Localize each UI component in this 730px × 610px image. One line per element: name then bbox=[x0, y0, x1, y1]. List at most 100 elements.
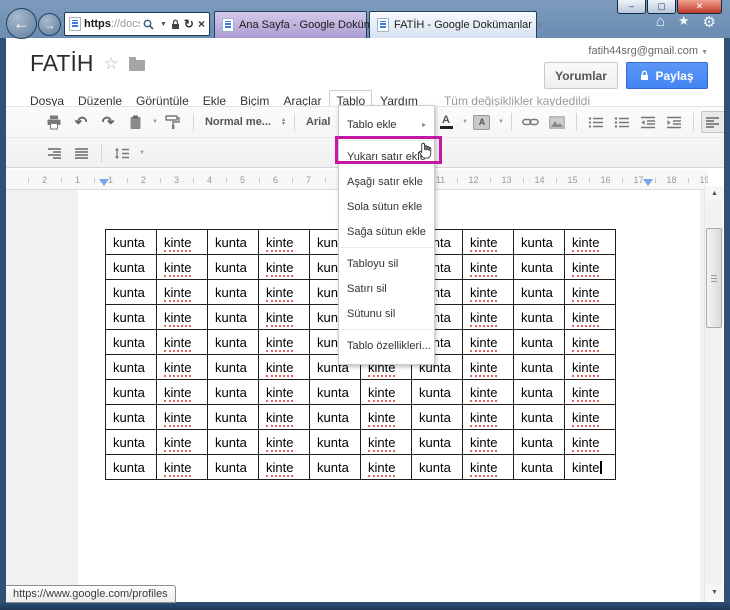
table-cell[interactable]: kunta bbox=[105, 279, 157, 305]
table-cell[interactable]: kunta bbox=[411, 404, 463, 430]
table-cell[interactable]: kinte bbox=[462, 404, 514, 430]
table-cell[interactable]: kunta bbox=[513, 254, 565, 280]
numbered-list-icon[interactable] bbox=[584, 111, 608, 133]
folder-icon[interactable] bbox=[128, 56, 145, 71]
table-cell[interactable]: kunta bbox=[513, 429, 565, 455]
table-cell[interactable]: kunta bbox=[513, 404, 565, 430]
right-indent-marker[interactable] bbox=[643, 179, 653, 186]
tab2-close-icon[interactable]: × bbox=[537, 20, 543, 31]
address-dropdown-caret-icon[interactable]: ▼ bbox=[160, 21, 167, 28]
table-cell[interactable]: kunta bbox=[513, 379, 565, 405]
bulleted-list-icon[interactable] bbox=[610, 111, 634, 133]
scroll-up-icon[interactable]: ▲ bbox=[705, 186, 724, 201]
maximize-button[interactable]: ▢ bbox=[647, 0, 676, 14]
paint-format-icon[interactable] bbox=[161, 111, 185, 133]
table-cell[interactable]: kunta bbox=[207, 304, 259, 330]
close-window-button[interactable]: ✕ bbox=[677, 0, 722, 14]
table-cell[interactable]: kunta bbox=[309, 379, 361, 405]
table-cell[interactable]: kunta bbox=[207, 279, 259, 305]
scroll-down-icon[interactable]: ▼ bbox=[705, 585, 724, 600]
table-cell[interactable]: kunta bbox=[411, 379, 463, 405]
table-cell[interactable]: kunta bbox=[513, 354, 565, 380]
decrease-indent-icon[interactable] bbox=[636, 111, 660, 133]
table-cell[interactable]: kinte bbox=[258, 329, 310, 355]
tab-ana-sayfa[interactable]: Ana Sayfa - Google Dokümanlar × bbox=[214, 11, 408, 38]
table-cell[interactable]: kinte bbox=[564, 454, 616, 480]
table-cell[interactable]: kunta bbox=[411, 454, 463, 480]
table-cell[interactable]: kinte bbox=[462, 329, 514, 355]
table-cell[interactable]: kinte bbox=[156, 454, 208, 480]
table-cell[interactable]: kunta bbox=[207, 354, 259, 380]
align-right-icon[interactable] bbox=[42, 142, 66, 164]
table-cell[interactable]: kinte bbox=[462, 229, 514, 255]
table-cell[interactable]: kinte bbox=[258, 379, 310, 405]
left-indent-marker[interactable] bbox=[99, 179, 109, 186]
table-cell[interactable]: kinte bbox=[462, 454, 514, 480]
favorites-star-icon[interactable]: ★ bbox=[678, 13, 690, 31]
line-spacing-icon[interactable] bbox=[110, 142, 134, 164]
menu-item-tablo-ozellikleri[interactable]: Tablo özellikleri... bbox=[339, 333, 434, 358]
table-cell[interactable]: kinte bbox=[156, 354, 208, 380]
table-cell[interactable]: kinte bbox=[258, 454, 310, 480]
minimize-button[interactable]: – bbox=[617, 0, 646, 14]
table-cell[interactable]: kinte bbox=[156, 329, 208, 355]
table-cell[interactable]: kinte bbox=[564, 429, 616, 455]
table-cell[interactable]: kinte bbox=[360, 404, 412, 430]
table-cell[interactable]: kunta bbox=[207, 404, 259, 430]
text-color-caret-icon[interactable]: ▼ bbox=[462, 119, 468, 125]
menu-item-sutunu-sil[interactable]: Sütunu sil bbox=[339, 301, 434, 326]
highlight-color-caret-icon[interactable]: ▼ bbox=[498, 119, 504, 125]
table-cell[interactable]: kunta bbox=[309, 429, 361, 455]
table-cell[interactable]: kunta bbox=[513, 454, 565, 480]
paste-caret-icon[interactable]: ▼ bbox=[152, 119, 158, 125]
table-cell[interactable]: kinte bbox=[360, 379, 412, 405]
paragraph-style-dropdown[interactable]: Normal me... bbox=[202, 116, 274, 128]
table-cell[interactable]: kunta bbox=[513, 229, 565, 255]
table-cell[interactable]: kinte bbox=[564, 354, 616, 380]
table-cell[interactable]: kinte bbox=[258, 279, 310, 305]
table-cell[interactable]: kunta bbox=[105, 429, 157, 455]
increase-indent-icon[interactable] bbox=[662, 111, 686, 133]
table-cell[interactable]: kunta bbox=[105, 454, 157, 480]
scrollbar-thumb[interactable] bbox=[706, 228, 722, 328]
table-cell[interactable]: kinte bbox=[564, 304, 616, 330]
table-cell[interactable]: kinte bbox=[156, 279, 208, 305]
table-cell[interactable]: kunta bbox=[207, 429, 259, 455]
font-dropdown[interactable]: Arial bbox=[303, 116, 333, 128]
menu-item-tablo-ekle[interactable]: Tablo ekle ▸ bbox=[339, 112, 434, 137]
table-cell[interactable]: kinte bbox=[258, 429, 310, 455]
table-cell[interactable]: kunta bbox=[105, 354, 157, 380]
settings-gear-icon[interactable]: ⚙ bbox=[703, 13, 716, 31]
table-cell[interactable]: kinte bbox=[462, 279, 514, 305]
table-cell[interactable]: kinte bbox=[258, 354, 310, 380]
tab-fatih-active[interactable]: FATİH - Google Dokümanlar × bbox=[369, 11, 543, 38]
table-cell[interactable]: kinte bbox=[360, 454, 412, 480]
menu-item-tabloyu-sil[interactable]: Tabloyu sil bbox=[339, 251, 434, 276]
back-button[interactable]: ← bbox=[6, 8, 37, 39]
vertical-scrollbar[interactable]: ▲ ▼ bbox=[704, 186, 724, 600]
table-cell[interactable]: kunta bbox=[411, 429, 463, 455]
table-cell[interactable]: kunta bbox=[207, 254, 259, 280]
menu-item-saga-sutun-ekle[interactable]: Sağa sütun ekle bbox=[339, 219, 434, 244]
table-cell[interactable]: kunta bbox=[309, 454, 361, 480]
redo-icon[interactable]: ↷ bbox=[96, 111, 120, 133]
align-left-icon[interactable] bbox=[700, 111, 724, 133]
share-button[interactable]: Paylaş bbox=[626, 62, 708, 89]
table-cell[interactable]: kinte bbox=[564, 254, 616, 280]
table-cell[interactable]: kinte bbox=[462, 304, 514, 330]
table-cell[interactable]: kunta bbox=[513, 279, 565, 305]
table-cell[interactable]: kinte bbox=[462, 379, 514, 405]
table-cell[interactable]: kinte bbox=[564, 229, 616, 255]
table-cell[interactable]: kunta bbox=[105, 229, 157, 255]
table-cell[interactable]: kinte bbox=[564, 404, 616, 430]
refresh-icon[interactable]: ↻ bbox=[184, 17, 194, 31]
table-cell[interactable]: kinte bbox=[156, 379, 208, 405]
style-spinner-icon[interactable]: ▲ ▼ bbox=[281, 118, 286, 127]
text-color-icon[interactable]: A bbox=[434, 111, 458, 133]
table-cell[interactable]: kunta bbox=[105, 379, 157, 405]
table-cell[interactable]: kunta bbox=[207, 454, 259, 480]
table-cell[interactable]: kinte bbox=[564, 379, 616, 405]
table-cell[interactable]: kinte bbox=[462, 429, 514, 455]
insert-image-icon[interactable] bbox=[545, 111, 569, 133]
table-cell[interactable]: kunta bbox=[309, 404, 361, 430]
